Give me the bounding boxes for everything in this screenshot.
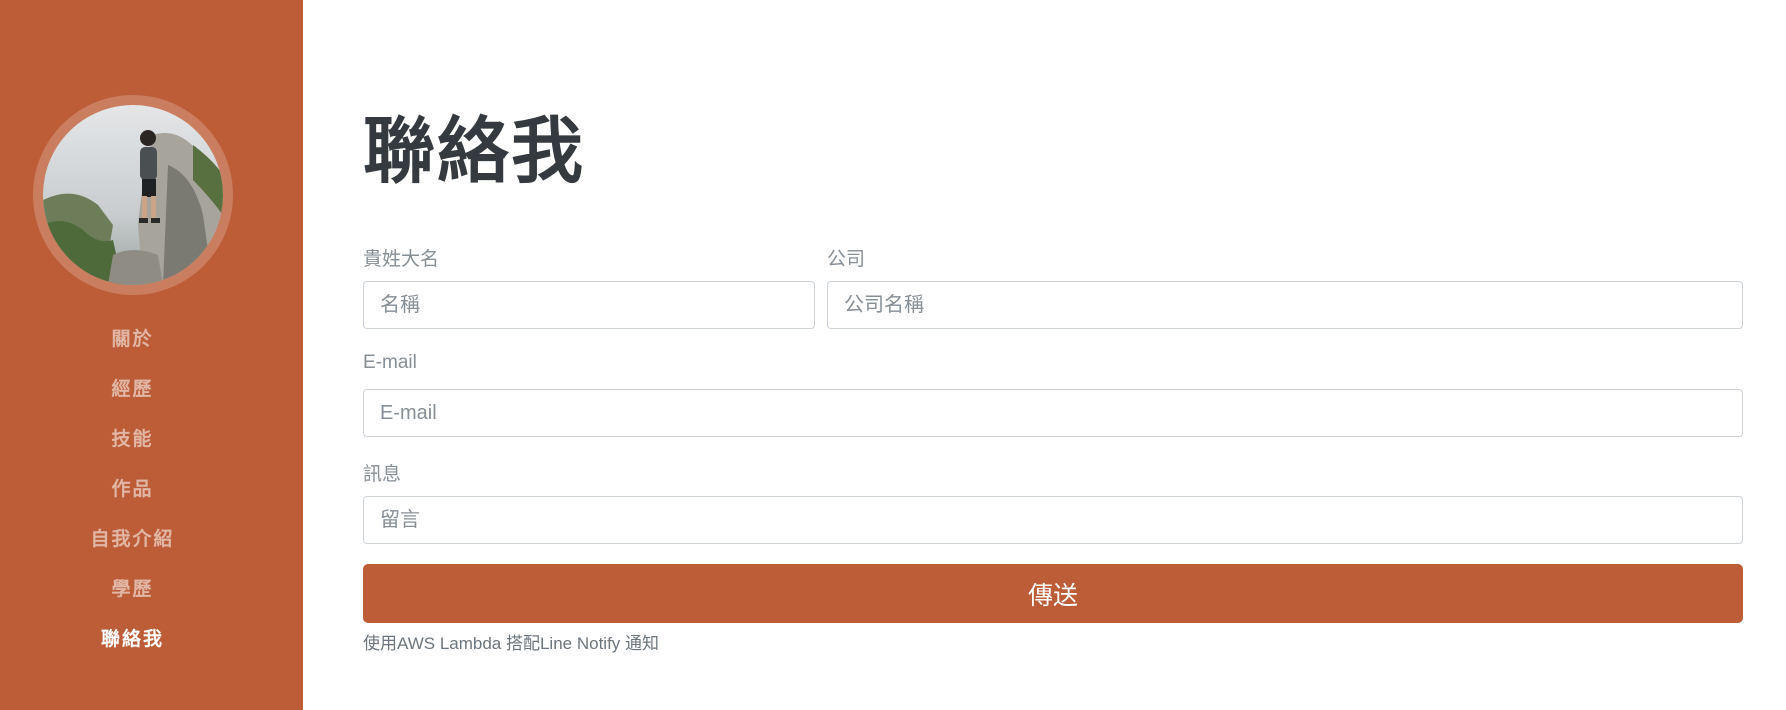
name-label: 貴姓大名 xyxy=(363,249,440,270)
send-button[interactable]: 傳送 xyxy=(363,564,1743,623)
contact-section: 聯絡我 貴姓大名 公司 E-mail 訊息 傳送 使用AWS Lambda 搭配… xyxy=(363,0,1743,710)
company-input[interactable] xyxy=(827,281,1743,329)
nav-item-skills[interactable]: 技能 xyxy=(0,415,265,465)
company-label: 公司 xyxy=(827,249,866,270)
message-label: 訊息 xyxy=(363,464,402,485)
nav-item-education[interactable]: 學歷 xyxy=(0,565,265,615)
avatar xyxy=(43,105,223,285)
footnote: 使用AWS Lambda 搭配Line Notify 通知 xyxy=(363,634,660,653)
avatar-ring xyxy=(33,95,233,295)
sidebar: 關於 經歷 技能 作品 自我介紹 學歷 聯絡我 xyxy=(0,0,303,710)
name-input[interactable] xyxy=(363,281,815,329)
nav-item-self-intro[interactable]: 自我介紹 xyxy=(0,515,265,565)
nav-item-contact[interactable]: 聯絡我 xyxy=(0,615,265,665)
email-input[interactable] xyxy=(363,389,1743,437)
nav-item-about[interactable]: 關於 xyxy=(0,315,265,365)
nav-item-experience[interactable]: 經歷 xyxy=(0,365,265,415)
nav-item-works[interactable]: 作品 xyxy=(0,465,265,515)
message-input[interactable] xyxy=(363,496,1743,544)
email-label: E-mail xyxy=(363,352,417,373)
page-title: 聯絡我 xyxy=(363,112,586,192)
profile-photo xyxy=(43,105,223,285)
sidebar-nav: 關於 經歷 技能 作品 自我介紹 學歷 聯絡我 xyxy=(0,315,265,665)
